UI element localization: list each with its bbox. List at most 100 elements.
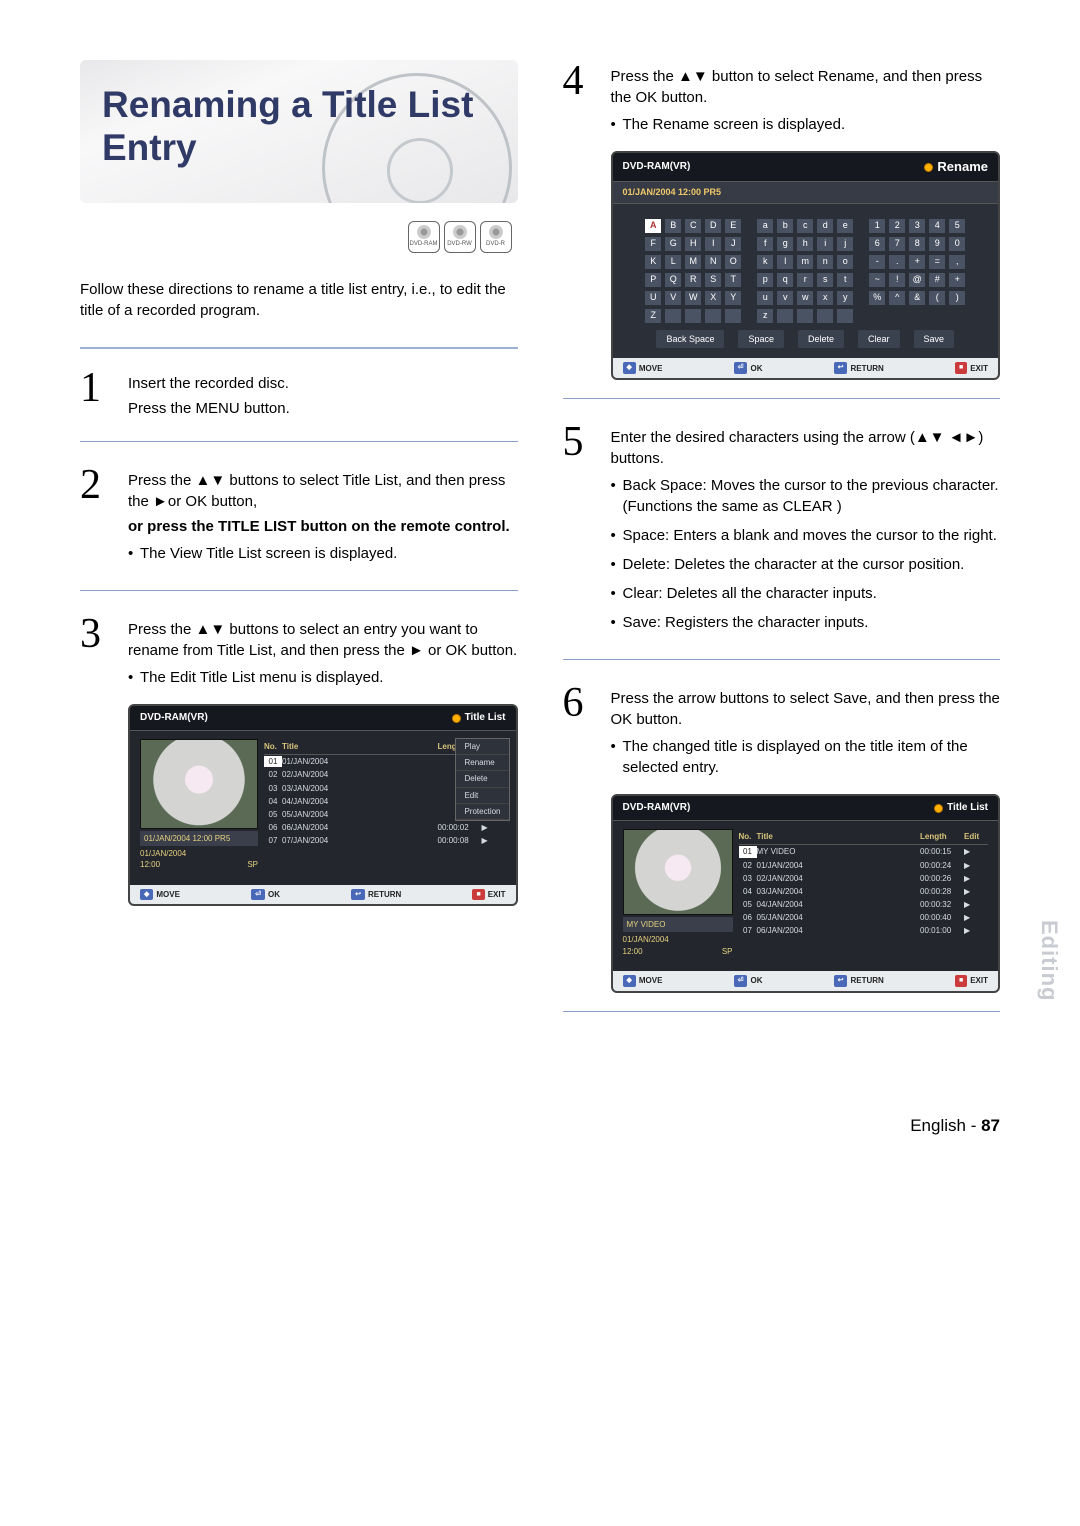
keyboard-key[interactable]: a — [756, 218, 774, 234]
keyboard-key[interactable]: % — [868, 290, 886, 306]
keyboard-key[interactable] — [704, 308, 722, 324]
keyboard-key[interactable]: - — [868, 254, 886, 270]
keyboard-key[interactable]: w — [796, 290, 814, 306]
keyboard-key[interactable]: 7 — [888, 236, 906, 252]
popup-edit[interactable]: Edit — [456, 788, 508, 804]
keyboard-key[interactable]: Z — [644, 308, 662, 324]
keyboard-lower[interactable]: abcdefghijklmnopqrstuvwxyz — [756, 218, 854, 324]
keyboard-key[interactable]: s — [816, 272, 834, 288]
keyboard-key[interactable]: J — [724, 236, 742, 252]
osd-rename-field[interactable]: 01/JAN/2004 12:00 PR5 — [613, 182, 999, 204]
keyboard-key[interactable]: i — [816, 236, 834, 252]
keyboard-key[interactable]: Q — [664, 272, 682, 288]
keyboard-key[interactable]: ~ — [868, 272, 886, 288]
keyboard-key[interactable]: F — [644, 236, 662, 252]
keyboard-key[interactable]: 9 — [928, 236, 946, 252]
keyboard-key[interactable]: v — [776, 290, 794, 306]
keyboard-key[interactable]: N — [704, 254, 722, 270]
keyboard-key[interactable]: D — [704, 218, 722, 234]
keyboard-key[interactable]: , — [948, 254, 966, 270]
keyboard-key[interactable]: u — [756, 290, 774, 306]
keyboard-key[interactable]: m — [796, 254, 814, 270]
kbd-backspace[interactable]: Back Space — [656, 330, 724, 349]
keyboard-key[interactable] — [724, 308, 742, 324]
keyboard-key[interactable]: M — [684, 254, 702, 270]
table-row[interactable]: 01MY VIDEO00:00:15▶ — [739, 845, 989, 858]
keyboard-key[interactable] — [664, 308, 682, 324]
keyboard-key[interactable]: ) — [948, 290, 966, 306]
keyboard-key[interactable] — [776, 308, 794, 324]
keyboard-key[interactable]: n — [816, 254, 834, 270]
keyboard-key[interactable]: z — [756, 308, 774, 324]
keyboard-key[interactable] — [836, 308, 854, 324]
keyboard-key[interactable] — [796, 308, 814, 324]
keyboard-key[interactable] — [684, 308, 702, 324]
keyboard-key[interactable]: ! — [888, 272, 906, 288]
popup-protection[interactable]: Protection — [456, 804, 508, 820]
popup-play[interactable]: Play — [456, 739, 508, 755]
keyboard-key[interactable]: R — [684, 272, 702, 288]
keyboard-key[interactable]: G — [664, 236, 682, 252]
keyboard-key[interactable]: V — [664, 290, 682, 306]
keyboard-key[interactable]: B — [664, 218, 682, 234]
keyboard-key[interactable]: U — [644, 290, 662, 306]
keyboard-key[interactable]: l — [776, 254, 794, 270]
table-row[interactable]: 0201/JAN/200400:00:24▶ — [739, 859, 989, 872]
kbd-clear[interactable]: Clear — [858, 330, 900, 349]
keyboard-key[interactable] — [816, 308, 834, 324]
keyboard-key[interactable]: K — [644, 254, 662, 270]
table-row[interactable]: 0606/JAN/200400:00:02▶ — [264, 821, 506, 834]
keyboard-key[interactable]: 2 — [888, 218, 906, 234]
keyboard-key[interactable]: 0 — [948, 236, 966, 252]
keyboard-key[interactable]: P — [644, 272, 662, 288]
keyboard-key[interactable]: 1 — [868, 218, 886, 234]
keyboard-key[interactable]: p — [756, 272, 774, 288]
kbd-save[interactable]: Save — [914, 330, 955, 349]
keyboard-key[interactable]: T — [724, 272, 742, 288]
keyboard-key[interactable]: x — [816, 290, 834, 306]
keyboard-key[interactable]: o — [836, 254, 854, 270]
keyboard-key[interactable]: W — [684, 290, 702, 306]
keyboard-key[interactable]: = — [928, 254, 946, 270]
keyboard-key[interactable]: I — [704, 236, 722, 252]
table-row[interactable]: 0706/JAN/200400:01:00▶ — [739, 924, 989, 937]
keyboard-key[interactable]: h — [796, 236, 814, 252]
keyboard-key[interactable]: q — [776, 272, 794, 288]
keyboard-key[interactable]: c — [796, 218, 814, 234]
keyboard-key[interactable]: f — [756, 236, 774, 252]
keyboard-key[interactable]: Y — [724, 290, 742, 306]
keyboard-key[interactable]: g — [776, 236, 794, 252]
popup-rename[interactable]: Rename — [456, 755, 508, 771]
keyboard-key[interactable]: r — [796, 272, 814, 288]
keyboard-key[interactable]: y — [836, 290, 854, 306]
keyboard-key[interactable]: 3 — [908, 218, 926, 234]
keyboard-key[interactable]: ^ — [888, 290, 906, 306]
keyboard-key[interactable]: S — [704, 272, 722, 288]
table-row[interactable]: 0504/JAN/200400:00:32▶ — [739, 898, 989, 911]
table-row[interactable]: 0605/JAN/200400:00:40▶ — [739, 911, 989, 924]
table-row[interactable]: 0302/JAN/200400:00:26▶ — [739, 872, 989, 885]
keyboard-key[interactable]: 8 — [908, 236, 926, 252]
keyboard-key[interactable]: 5 — [948, 218, 966, 234]
keyboard-key[interactable]: # — [928, 272, 946, 288]
keyboard-key[interactable]: & — [908, 290, 926, 306]
keyboard-key[interactable]: @ — [908, 272, 926, 288]
keyboard-key[interactable]: . — [888, 254, 906, 270]
kbd-delete[interactable]: Delete — [798, 330, 844, 349]
keyboard-key[interactable]: L — [664, 254, 682, 270]
kbd-space[interactable]: Space — [738, 330, 784, 349]
keyboard-key[interactable]: C — [684, 218, 702, 234]
keyboard-key[interactable]: X — [704, 290, 722, 306]
keyboard-symbols[interactable]: 1234567890-.+=,~!@#+%^&() — [868, 218, 966, 324]
popup-delete[interactable]: Delete — [456, 771, 508, 787]
keyboard-key[interactable]: 4 — [928, 218, 946, 234]
keyboard-key[interactable]: k — [756, 254, 774, 270]
table-row[interactable]: 0403/JAN/200400:00:28▶ — [739, 885, 989, 898]
keyboard-key[interactable]: t — [836, 272, 854, 288]
keyboard-key[interactable]: b — [776, 218, 794, 234]
keyboard-upper[interactable]: ABCDEFGHIJKLMNOPQRSTUVWXYZ — [644, 218, 742, 324]
keyboard-key[interactable]: A — [644, 218, 662, 234]
table-row[interactable]: 0707/JAN/200400:00:08▶ — [264, 834, 506, 847]
keyboard-key[interactable]: ( — [928, 290, 946, 306]
keyboard-key[interactable]: H — [684, 236, 702, 252]
